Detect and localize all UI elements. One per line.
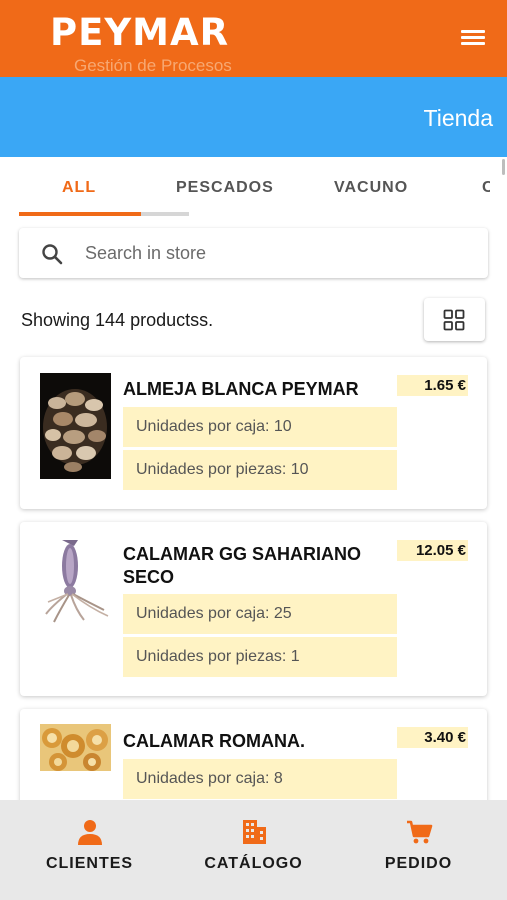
nav-label: PEDIDO (384, 855, 453, 872)
nav-label: CATÁLOGO (204, 855, 303, 872)
nav-pedido[interactable]: PEDIDO (334, 800, 503, 900)
person-icon (78, 820, 102, 845)
tab-all[interactable]: ALL (62, 179, 96, 197)
product-image-clams (40, 373, 111, 479)
units-per-piece: Unidades por piezas: 10 (123, 450, 397, 490)
nav-clientes[interactable]: CLIENTES (5, 800, 174, 900)
product-image-calamari-rings (40, 724, 111, 771)
nav-label: CLIENTES (45, 855, 134, 872)
grid-view-button[interactable] (424, 298, 485, 341)
product-price: 3.40 € (397, 727, 468, 748)
category-tabs: ALL PESCADOS VACUNO C (0, 157, 507, 217)
product-card[interactable]: CALAMAR ROMANA. 3.40 € Unidades por caja… (20, 709, 487, 800)
brand-subtitle: Gestión de Procesos (74, 56, 232, 75)
bottom-navigation: CLIENTES CATÁLOGO PEDIDO (0, 800, 507, 900)
product-name: CALAMAR ROMANA. (123, 731, 305, 751)
units-per-box: Unidades por caja: 10 (123, 407, 397, 447)
page-title: Tienda (423, 105, 493, 131)
product-card[interactable]: CALAMAR GG SAHARIANO SECO 12.05 € Unidad… (20, 522, 487, 696)
page-header: Tienda (0, 77, 507, 157)
store-content: ALL PESCADOS VACUNO C Showing 144 produc… (0, 157, 507, 800)
product-price: 1.65 € (397, 375, 468, 396)
product-name: CALAMAR GG SAHARIANO SECO (123, 544, 361, 587)
units-per-box: Unidades por caja: 25 (123, 594, 397, 634)
search-bar[interactable] (19, 228, 488, 278)
nav-catalogo[interactable]: CATÁLOGO (169, 800, 338, 900)
search-icon (42, 244, 63, 265)
product-price: 12.05 € (397, 540, 468, 561)
top-app-bar: PEYMAR Gestión de Procesos (0, 0, 507, 77)
brand-logo: PEYMAR Gestión de Procesos (50, 11, 232, 76)
units-per-piece: Unidades por piezas: 1 (123, 637, 397, 677)
search-input[interactable] (85, 238, 465, 268)
cart-icon (407, 820, 433, 844)
product-card[interactable]: ALMEJA BLANCA PEYMAR 1.65 € Unidades por… (20, 357, 487, 509)
tab-vacuno[interactable]: VACUNO (334, 179, 408, 197)
product-name: ALMEJA BLANCA PEYMAR (123, 379, 359, 399)
results-count: Showing 144 productss. (21, 310, 214, 330)
tab-next-partial[interactable]: C (482, 179, 490, 197)
hamburger-menu-icon[interactable] (461, 28, 485, 48)
grid-view-icon (443, 309, 465, 331)
product-image-squid (40, 536, 111, 626)
tab-pescados[interactable]: PESCADOS (176, 179, 274, 197)
building-icon (243, 820, 266, 844)
units-per-box: Unidades por caja: 8 (123, 759, 397, 799)
brand-name: PEYMAR (50, 11, 230, 54)
tab-active-indicator (19, 212, 141, 216)
